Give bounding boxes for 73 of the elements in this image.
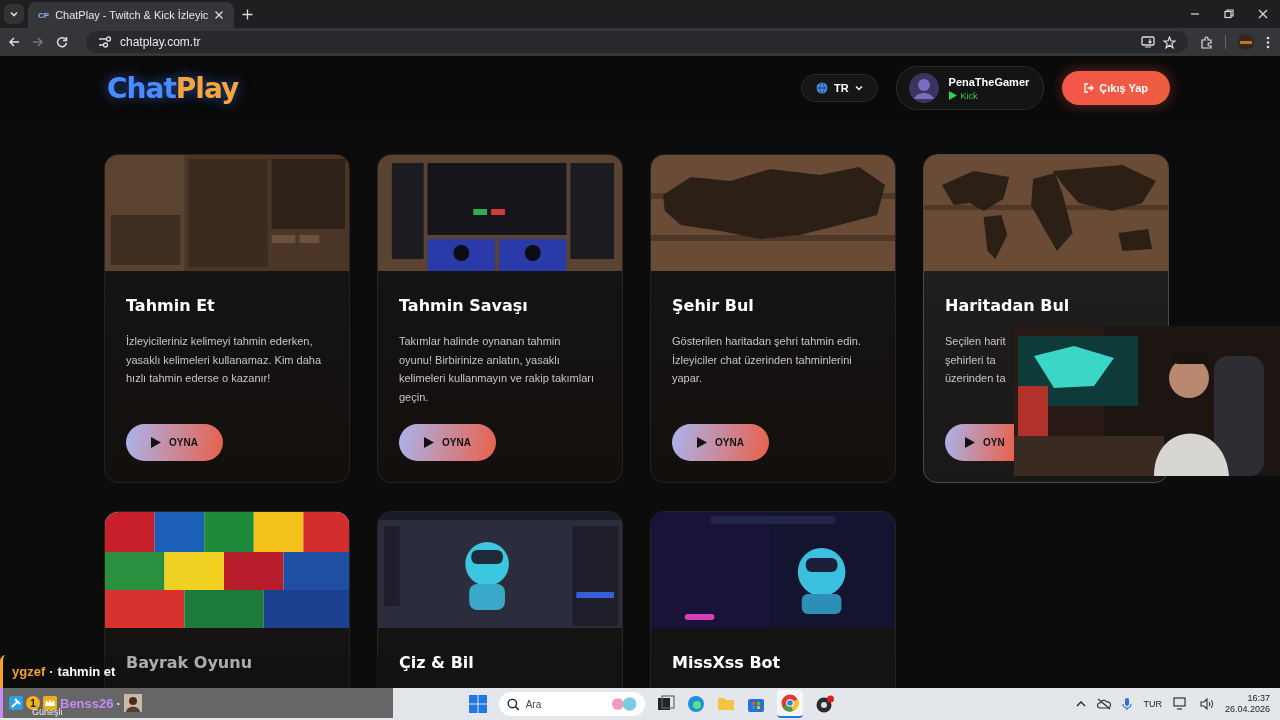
play-icon (948, 91, 957, 100)
reload-icon[interactable] (56, 36, 68, 48)
start-icon[interactable] (469, 695, 487, 713)
chat-separator: · (49, 664, 54, 679)
site-info-icon[interactable] (98, 36, 112, 48)
browser-tab[interactable]: CP ChatPlay - Twitch & Kick İzleyic (28, 2, 235, 28)
cloud-off-icon[interactable] (1097, 698, 1112, 710)
platform-label: Kick (948, 90, 1030, 101)
language-selector[interactable]: TR (800, 74, 878, 102)
game-description: Takımlar halinde oynanan tahmin oyunu! Birbirinize anlatın, yasaklı kelimeleri kullanmayın ve rakip takımları geçin. (399, 334, 595, 405)
user-profile-card[interactable]: PenaTheGamer Kick (895, 66, 1045, 110)
forward-icon[interactable] (32, 36, 44, 48)
chevron-up-icon[interactable] (1076, 700, 1087, 708)
game-description: İzleyicileriniz kelimeyi tahmin ederken, yasaklı kelimeleri kullanamaz. Kim daha hızlı tahmin ederse o kazanır! (126, 334, 323, 386)
username: PenaTheGamer (948, 75, 1030, 88)
play-button[interactable]: OYNA (126, 424, 223, 461)
play-icon (424, 437, 435, 448)
chevron-down-icon (854, 84, 863, 92)
clock-date[interactable]: 26.04.2026 (1224, 704, 1270, 715)
globe-icon (815, 82, 828, 94)
back-icon[interactable] (8, 36, 20, 48)
logo[interactable]: ChatPlay (107, 71, 239, 105)
microphone-icon[interactable] (1122, 697, 1133, 711)
chat-username: Benss26 (60, 695, 114, 711)
url-text: chatplay.com.tr (120, 35, 201, 49)
avatar (908, 73, 939, 103)
close-icon[interactable] (1258, 9, 1268, 19)
tab-title: ChatPlay - Twitch & Kick İzleyic (55, 9, 209, 21)
task-view-icon[interactable] (657, 695, 675, 713)
profile-avatar-icon[interactable] (1238, 34, 1254, 50)
play-button[interactable]: OYNA (672, 424, 769, 461)
play-button[interactable]: OYNA (399, 424, 496, 461)
play-icon (151, 437, 162, 448)
game-description: Gösterilen haritadan şehri tahmin edin. İzleyiciler chat üzerinden tahminlerini yapar. (672, 334, 862, 386)
browser-icon[interactable] (687, 695, 705, 713)
favicon: CP (38, 10, 50, 20)
clock-time[interactable]: 16:37 (1247, 693, 1270, 704)
new-tab-icon[interactable] (242, 8, 254, 20)
subscriber-badge: 1 (26, 696, 40, 710)
chat-message: tahmin et (57, 664, 116, 679)
game-title: Haritadan Bul (945, 295, 1071, 317)
chrome-taskbar-button[interactable] (777, 690, 803, 718)
volume-icon[interactable] (1199, 698, 1214, 710)
game-title: Tahmin Et (126, 295, 216, 317)
search-field[interactable]: Ara (499, 692, 645, 716)
chrome-icon (781, 694, 799, 712)
game-title: Bayrak Oyunu (126, 652, 254, 674)
chat-username: ygzef (12, 664, 46, 679)
game-title: MissXss Bot (672, 652, 782, 674)
input-language[interactable]: TUR (1143, 699, 1162, 709)
hammer-icon (9, 696, 23, 710)
play-icon (697, 437, 708, 448)
game-title: Tahmin Savaşı (399, 295, 529, 317)
chevron-down-icon (9, 9, 19, 19)
star-icon[interactable] (1163, 35, 1176, 49)
close-icon[interactable] (214, 10, 225, 20)
game-title: Çiz & Bil (399, 652, 475, 674)
game-description: Seçilen harit şehirleri ta üzerinden ta (945, 334, 1007, 386)
play-button[interactable]: OYN (945, 424, 1014, 461)
chat-separator: · (116, 695, 121, 711)
address-bar[interactable]: chatplay.com.tr (86, 31, 1188, 53)
install-app-icon[interactable] (1141, 36, 1155, 48)
restore-icon[interactable] (1224, 9, 1234, 19)
play-icon (965, 437, 975, 448)
search-icon (507, 697, 520, 711)
game-title: Şehir Bul (672, 295, 755, 317)
menu-icon[interactable] (1266, 35, 1270, 49)
recorder-icon[interactable] (815, 695, 835, 713)
tab-list-button[interactable] (4, 4, 24, 24)
logout-icon (1084, 83, 1095, 93)
network-icon[interactable] (1172, 697, 1189, 711)
person-emote-icon (123, 694, 142, 712)
extensions-icon[interactable] (1200, 35, 1213, 49)
